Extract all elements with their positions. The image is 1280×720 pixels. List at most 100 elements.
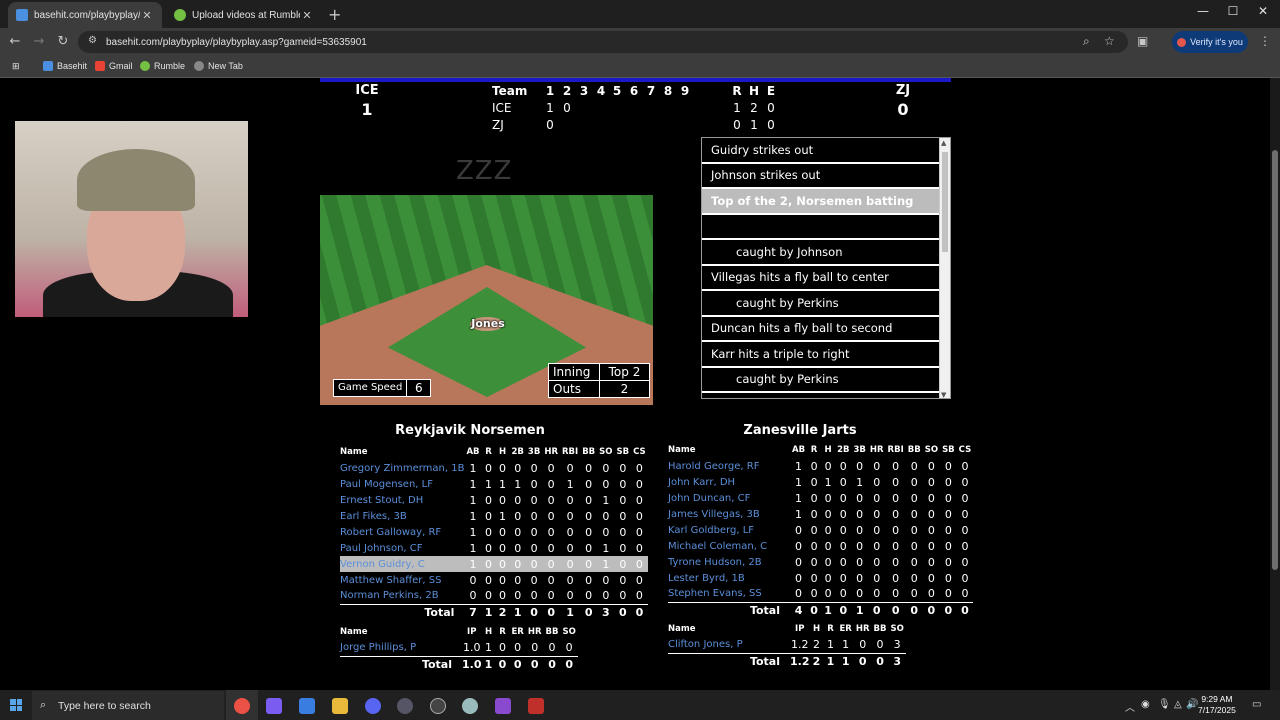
taskbar-search[interactable]: ⌕ Type here to search [32, 691, 224, 720]
system-clock[interactable]: 9:29 AM 7/17/2025 [1198, 694, 1236, 716]
stat-cell: 0 [542, 556, 560, 572]
stat-cell: 0 [961, 539, 969, 553]
stat-cell: 0 [873, 555, 881, 569]
reload-icon[interactable]: ↻ [55, 34, 71, 49]
bookmark-rumble[interactable]: Rumble [140, 61, 185, 71]
address-bar[interactable]: ⚙ basehit.com/playbyplay/playbyplay.asp?… [78, 31, 1128, 53]
stat-cell: 0 [873, 475, 881, 489]
verify-profile-button[interactable]: Verify it's you [1172, 31, 1248, 53]
bookmark-basehit[interactable]: Basehit [43, 61, 87, 71]
total-cell: 4 [790, 601, 808, 618]
scroll-thumb[interactable] [942, 152, 948, 252]
tab-basehit[interactable]: basehit.com/playbyplay/playbyplay... ✕ [8, 2, 162, 28]
player-link[interactable]: Paul Johnson, CF [340, 540, 464, 556]
copilot-icon[interactable] [266, 698, 282, 714]
network-icon[interactable]: ◬ [1174, 699, 1182, 710]
microphone-icon[interactable]: 🎙 [1158, 699, 1171, 710]
game-speed-control[interactable]: Game Speed 6 [333, 379, 432, 397]
stat-cell: 0 [499, 573, 507, 587]
tray-record-icon[interactable]: ◉ [1141, 699, 1150, 710]
app-icon[interactable] [495, 698, 511, 714]
total-cell: 1 [837, 652, 854, 669]
stat-cell: 0 [485, 461, 493, 475]
close-tab-icon[interactable]: ✕ [140, 9, 154, 22]
discord-icon[interactable] [365, 698, 381, 714]
bookmark-star-icon[interactable]: ☆ [1104, 34, 1115, 48]
app-icon[interactable] [397, 698, 413, 714]
player-link[interactable]: Tyrone Hudson, 2B [668, 554, 790, 570]
batter-row: Paul Johnson, CF 1 0 0 0 0 0 0 0 1 0 0 [340, 540, 648, 556]
stat-cell: 0 [619, 525, 627, 539]
stat-cell: 1 [795, 491, 803, 505]
chrome-icon[interactable] [226, 690, 258, 720]
back-icon[interactable]: ← [7, 34, 23, 49]
stat-cell: 0 [873, 539, 881, 553]
menu-icon[interactable]: ⋮ [1259, 34, 1271, 48]
notifications-icon[interactable]: ▭ [1252, 699, 1261, 710]
side-panel-icon[interactable]: ▣ [1137, 34, 1148, 48]
game-speed-value[interactable]: 6 [406, 380, 430, 396]
column-header: H [498, 447, 507, 457]
outs-value: 2 [599, 381, 649, 397]
tray-chevron-icon[interactable]: ︿ [1125, 699, 1135, 714]
inning-outs-box: Inning Top 2 Outs 2 [548, 363, 650, 398]
tab-rumble[interactable]: Upload videos at Rumble ✕ [166, 2, 322, 28]
player-link[interactable]: Ernest Stout, DH [340, 492, 464, 508]
player-link[interactable]: Robert Galloway, RF [340, 524, 464, 540]
total-cell: 0 [956, 601, 974, 618]
site-info-icon[interactable]: ⚙ [88, 35, 97, 46]
store-icon[interactable] [299, 698, 315, 714]
zoom-icon[interactable]: ⌕ [1083, 34, 1090, 49]
scroll-down-icon[interactable]: ▼ [941, 391, 946, 398]
stat-cell: 0 [499, 589, 507, 603]
scroll-up-icon[interactable]: ▲ [941, 139, 946, 147]
player-link[interactable]: Earl Fikes, 3B [340, 508, 464, 524]
file-explorer-icon[interactable] [332, 698, 348, 714]
windows-start-icon[interactable] [10, 699, 22, 711]
new-tab-icon[interactable]: + [328, 5, 341, 24]
player-link[interactable]: Norman Perkins, 2B [340, 588, 464, 604]
maximize-icon[interactable]: ☐ [1223, 4, 1243, 18]
player-link[interactable]: Stephen Evans, SS [668, 586, 790, 602]
play-by-play-list[interactable]: Guidry strikes out Johnson strikes out Top… [701, 137, 951, 399]
player-link[interactable]: Jorge Phillips, P [340, 640, 462, 656]
batter-row: John Karr, DH 1 0 1 0 1 0 0 0 0 0 0 [668, 474, 973, 490]
player-link[interactable]: Harold George, RF [668, 458, 790, 474]
minimize-icon[interactable]: — [1193, 4, 1213, 18]
inning-number: 7 [646, 84, 656, 98]
close-window-icon[interactable]: ✕ [1253, 4, 1273, 18]
stat-cell: 0 [635, 525, 643, 539]
player-link[interactable]: Lester Byrd, 1B [668, 570, 790, 586]
player-link[interactable]: Clifton Jones, P [668, 637, 790, 653]
page-scrollbar[interactable] [1270, 78, 1280, 690]
player-link[interactable]: Karl Goldberg, LF [668, 522, 790, 538]
play-by-play-scrollbar[interactable]: ▲ ▼ [939, 138, 950, 398]
close-tab-icon[interactable]: ✕ [300, 9, 314, 22]
batter-row: John Duncan, CF 1 0 0 0 0 0 0 0 0 0 0 [668, 490, 973, 506]
player-link[interactable]: Matthew Shaffer, SS [340, 572, 464, 588]
apps-icon[interactable]: ⊞ [12, 61, 20, 72]
app-icon[interactable] [528, 698, 544, 714]
player-link[interactable]: Gregory Zimmerman, 1B [340, 460, 464, 476]
player-link[interactable]: Vernon Guidry, C [340, 556, 465, 572]
bookmark-gmail[interactable]: Gmail [95, 61, 133, 71]
obs-icon[interactable] [430, 698, 446, 714]
player-link[interactable]: Paul Mogensen, LF [340, 476, 464, 492]
forward-icon[interactable]: → [31, 34, 47, 49]
bookmark-new-tab[interactable]: New Tab [194, 61, 243, 71]
player-link[interactable]: John Duncan, CF [668, 490, 790, 506]
player-link[interactable]: John Karr, DH [668, 474, 790, 490]
page-scroll-thumb[interactable] [1272, 150, 1278, 570]
player-link[interactable]: Michael Coleman, C [668, 538, 790, 554]
volume-icon[interactable]: 🔊 [1186, 699, 1198, 710]
play-entry: Villegas hits a fly ball to center [702, 265, 940, 291]
play-entry: caught by Perkins [702, 367, 940, 393]
stat-cell: 0 [481, 556, 496, 572]
home-abbr: ZJ [895, 83, 911, 98]
globe-icon [194, 61, 204, 71]
app-icon[interactable] [462, 698, 478, 714]
inning-runs: 0 [546, 118, 554, 132]
stat-cell: 0 [892, 459, 900, 473]
player-link[interactable]: James Villegas, 3B [668, 506, 790, 522]
stat-cell: 1 [469, 477, 477, 491]
